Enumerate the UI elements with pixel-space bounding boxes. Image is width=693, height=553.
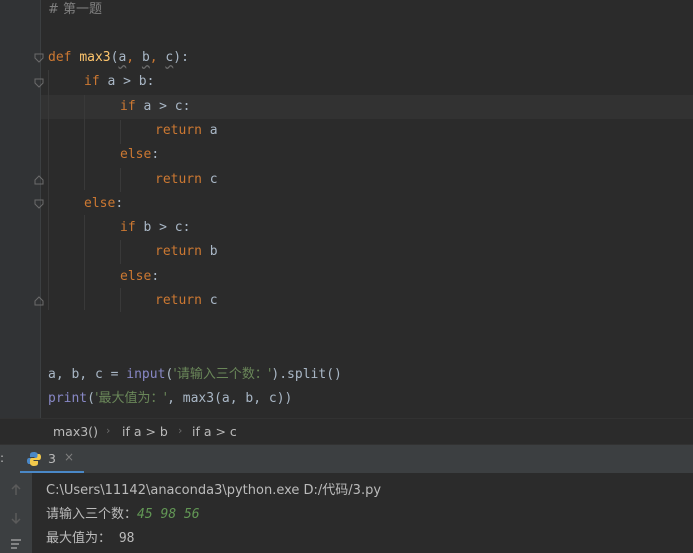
fold-icon[interactable]: [34, 53, 44, 63]
arrow-up-icon[interactable]: [9, 483, 23, 497]
function-name: max3: [79, 50, 111, 65]
indent-guide: [48, 70, 49, 310]
indent-guide: [120, 168, 121, 192]
chevron-right-icon: ›: [178, 424, 183, 437]
code-editor[interactable]: # 第一题 def max3(a, b, c): if a > b: if a …: [0, 0, 693, 418]
code-line[interactable]: if a > b:: [84, 70, 154, 94]
soft-wrap-icon[interactable]: [9, 537, 23, 551]
fold-icon[interactable]: [34, 78, 44, 88]
code-text: ).split(): [271, 367, 342, 382]
code-line[interactable]: return c: [155, 289, 218, 313]
python-icon: [27, 452, 41, 466]
code-text: :: [115, 196, 124, 211]
arrow-down-icon[interactable]: [9, 511, 23, 525]
console-text: C:\Users\11142\anaconda3\python.exe D:/代…: [46, 483, 382, 498]
console-text: 最大值为：: [46, 531, 112, 546]
code-text: a: [201, 123, 218, 138]
code-line[interactable]: else:: [120, 265, 159, 289]
code-line[interactable]: if b > c:: [120, 216, 190, 240]
fold-end-icon[interactable]: [34, 296, 44, 306]
code-line[interactable]: def max3(a, b, c):: [48, 46, 189, 70]
console-result-line: 最大值为： 98: [46, 527, 135, 546]
punctuation: ,: [149, 50, 166, 65]
indent-guide: [120, 288, 121, 312]
code-line[interactable]: a, b, c = input('请输入三个数：').split(): [48, 363, 342, 387]
comment-text: # 第一题: [48, 2, 103, 17]
indent-guide: [120, 240, 121, 264]
keyword: else: [120, 269, 152, 284]
keyword: if: [84, 74, 100, 89]
code-line[interactable]: print('最大值为：', max3(a, b, c)): [48, 387, 292, 411]
code-text: :: [151, 147, 160, 162]
builtin-function: input: [126, 367, 166, 382]
keyword: return: [155, 172, 202, 187]
code-line[interactable]: else:: [84, 192, 123, 216]
code-line[interactable]: if a > c:: [120, 95, 190, 119]
console-prompt-line: 请输入三个数：45 98 56: [46, 503, 200, 522]
breadcrumb-item[interactable]: if a > c: [192, 424, 237, 439]
run-tool-window-header: : 3 ×: [0, 444, 693, 474]
keyword: return: [155, 244, 202, 259]
run-console[interactable]: C:\Users\11142\anaconda3\python.exe D:/代…: [0, 473, 693, 553]
keyword: else: [84, 196, 116, 211]
string-literal: '请输入三个数：': [173, 367, 272, 382]
indent-guide: [120, 120, 121, 144]
parameter: b: [141, 50, 150, 65]
breadcrumb-item[interactable]: max3(): [53, 424, 98, 439]
code-text: a > c:: [135, 99, 191, 114]
builtin-function: print: [48, 391, 88, 406]
breadcrumb: max3() › if a > b › if a > c: [0, 418, 693, 445]
console-command-line: C:\Users\11142\anaconda3\python.exe D:/代…: [46, 479, 381, 498]
code-text: b > c:: [135, 220, 191, 235]
panel-title-fragment: :: [0, 451, 5, 465]
fold-icon[interactable]: [34, 199, 44, 209]
code-line[interactable]: return a: [155, 119, 218, 143]
keyword: if: [120, 220, 136, 235]
keyword: if: [120, 99, 136, 114]
console-result-value: 98: [111, 531, 135, 546]
console-text: 请输入三个数：: [46, 507, 138, 522]
code-text: a, b, c =: [48, 367, 127, 382]
keyword: return: [155, 293, 202, 308]
code-text: b: [201, 244, 218, 259]
code-text: c: [201, 172, 218, 187]
breadcrumb-item[interactable]: if a > b: [122, 424, 168, 439]
keyword: return: [155, 123, 202, 138]
code-line[interactable]: # 第一题: [48, 0, 102, 22]
code-text: a > b:: [99, 74, 155, 89]
code-text: , max3(a, b, c)): [167, 391, 293, 406]
punctuation: (: [87, 391, 95, 406]
punctuation: ):: [173, 50, 189, 65]
run-tab-label[interactable]: 3: [48, 451, 56, 466]
indent-guide: [84, 215, 85, 310]
punctuation: ,: [126, 50, 142, 65]
code-line[interactable]: return b: [155, 240, 218, 264]
code-text: c: [201, 293, 218, 308]
indent-guide: [84, 95, 85, 190]
code-text: :: [151, 269, 160, 284]
keyword: def: [48, 50, 72, 65]
console-toolbar: [0, 473, 32, 553]
string-literal: '最大值为：': [94, 391, 168, 406]
console-user-input: 45 98 56: [137, 507, 200, 522]
keyword: else: [120, 147, 152, 162]
code-line[interactable]: return c: [155, 168, 218, 192]
fold-end-icon[interactable]: [34, 175, 44, 185]
close-icon[interactable]: ×: [64, 450, 74, 464]
code-line[interactable]: else:: [120, 143, 159, 167]
chevron-right-icon: ›: [106, 424, 111, 437]
